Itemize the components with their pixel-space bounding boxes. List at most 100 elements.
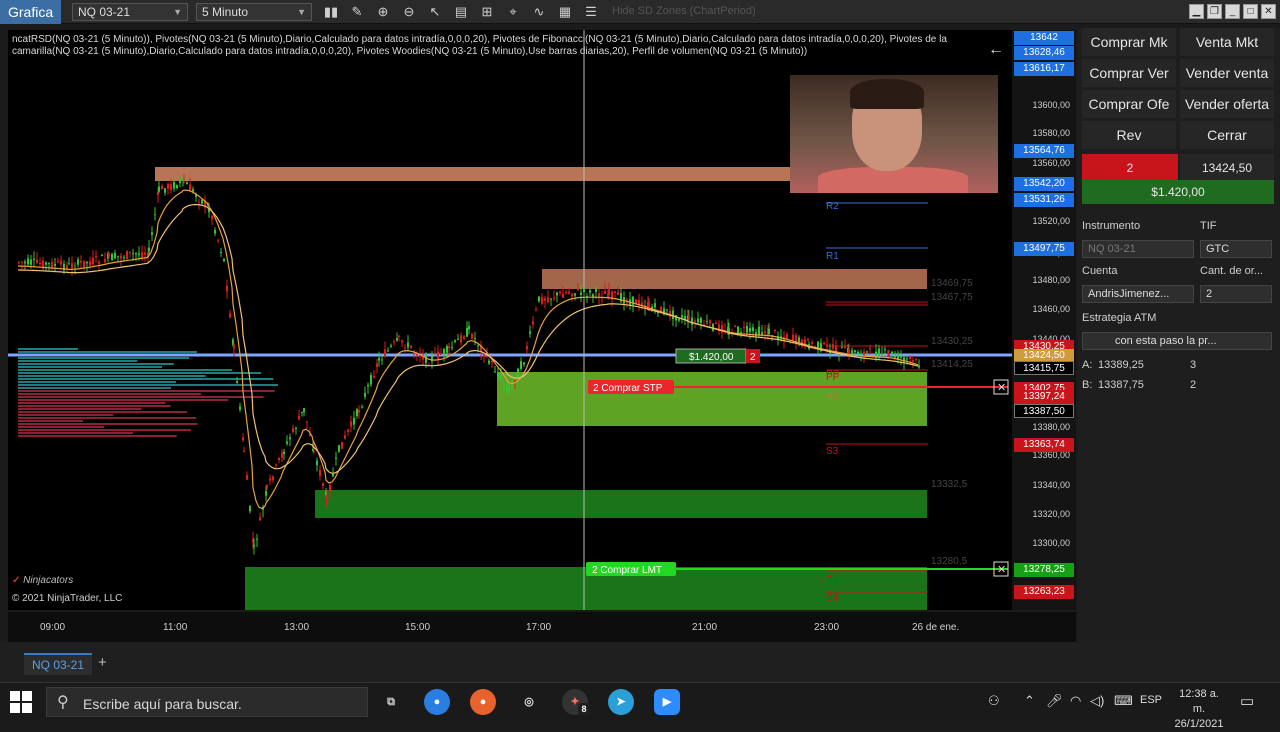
minimize-button[interactable]: _ xyxy=(1225,4,1240,19)
candle-body xyxy=(688,316,690,319)
network-icon[interactable]: ◠ xyxy=(1070,693,1081,709)
language-indicator[interactable]: ESP xyxy=(1140,694,1162,706)
snapshot-icon[interactable]: ⊞ xyxy=(478,3,496,21)
candle-body xyxy=(583,288,585,293)
volume-profile-bar xyxy=(18,393,202,395)
candle-body xyxy=(888,353,890,357)
windows-taskbar: ⚲ Escribe aquí para buscar. ⧉ ● ● ◎ ✦ 8 … xyxy=(0,682,1280,730)
people-icon[interactable]: ⚇ xyxy=(988,693,1000,709)
instrument-field[interactable]: NQ 03-21 xyxy=(1082,240,1194,258)
bar-type-icon[interactable]: ▮▮ xyxy=(322,3,340,21)
telegram-icon[interactable]: ➤ xyxy=(608,689,634,715)
candle-body xyxy=(353,418,355,425)
zoom-in-icon[interactable]: ⊕ xyxy=(374,3,392,21)
obs-icon[interactable]: ◎ xyxy=(516,689,542,715)
tray-chevron-icon[interactable]: ⌃ xyxy=(1024,693,1035,709)
candle-body xyxy=(138,253,140,256)
add-tab-button[interactable]: + xyxy=(98,654,107,671)
candle-body xyxy=(80,260,82,263)
windows-start-icon[interactable] xyxy=(10,691,32,713)
pointer-icon[interactable]: ↖ xyxy=(426,3,444,21)
tab-nq[interactable]: NQ 03-21 xyxy=(24,653,93,675)
candle-body xyxy=(407,342,409,348)
sell-bid-button[interactable]: Vender oferta xyxy=(1180,90,1274,118)
close-icon[interactable]: ✕ xyxy=(1261,4,1276,19)
sell-market-button[interactable]: Venta Mkt xyxy=(1180,28,1274,56)
strategies-icon[interactable]: ▦ xyxy=(556,3,574,21)
candle-body xyxy=(749,327,751,332)
time-tick-label: 15:00 xyxy=(405,622,431,633)
candle-body xyxy=(338,445,340,452)
list-icon[interactable]: ☰ xyxy=(582,3,600,21)
quantity-stepper[interactable]: 2 xyxy=(1200,285,1272,303)
indicators-icon[interactable]: ∿ xyxy=(530,3,548,21)
instrument-selector[interactable]: NQ 03-21 ▼ xyxy=(72,3,188,21)
candle-body xyxy=(306,421,308,423)
candle-body xyxy=(381,359,383,361)
quantity-value: 2 xyxy=(1206,288,1213,300)
candle-body xyxy=(249,505,251,512)
restore-icon[interactable]: ❐ xyxy=(1207,4,1222,19)
candle-body xyxy=(918,365,920,368)
interval-selector[interactable]: 5 Minuto ▼ xyxy=(196,3,312,21)
zone-price-label: 13430,25 xyxy=(931,336,973,347)
sell-ask-button[interactable]: Vender venta xyxy=(1180,59,1274,87)
chevron-down-icon[interactable]: ▼ xyxy=(297,4,306,20)
candle-body xyxy=(170,184,172,191)
zoom-app-icon[interactable]: ▶ xyxy=(654,689,680,715)
minimize-icon[interactable]: ▁ xyxy=(1189,4,1204,19)
price-tick-label: 13300,00 xyxy=(1032,538,1070,548)
price-chart[interactable]: R1R2R1PPPPS2S3S1S413544,513469,7513467,7… xyxy=(8,30,1020,610)
taskbar-clock[interactable]: 12:38 a. m. 26/1/2021 xyxy=(1172,687,1226,732)
candle-body xyxy=(457,338,459,340)
candle-body xyxy=(183,181,185,183)
price-tag: 13564,76 xyxy=(1014,144,1074,158)
properties-icon[interactable]: ▤ xyxy=(452,3,470,21)
candle-body xyxy=(164,188,166,193)
position-pnl-text: $1.420,00 xyxy=(689,352,734,363)
crosshair-icon[interactable]: ⌖ xyxy=(504,3,522,21)
firefox-icon[interactable]: ● xyxy=(470,689,496,715)
hide-zones-label[interactable]: Hide SD Zones (ChartPeriod) xyxy=(612,5,756,17)
candle-body xyxy=(604,291,606,294)
volume-profile-bar xyxy=(18,375,206,377)
atm-strategy-dropdown[interactable]: con esta paso la pr... xyxy=(1082,332,1272,350)
candle-body xyxy=(734,326,736,328)
buy-bid-button[interactable]: Comprar Ofe xyxy=(1082,90,1176,118)
candle-body xyxy=(396,338,398,341)
reverse-button[interactable]: Rev xyxy=(1082,121,1176,149)
chart-trader-panel: Comprar Mk Venta Mkt Comprar Ver Vender … xyxy=(1078,28,1280,642)
input-icon[interactable]: ⌨ xyxy=(1114,693,1133,709)
volume-profile-bar xyxy=(18,390,275,392)
volume-profile-bar xyxy=(18,387,172,389)
candle-body xyxy=(792,334,794,341)
zoom-out-icon[interactable]: ⊖ xyxy=(400,3,418,21)
time-axis[interactable]: 09:00 11:00 13:00 15:00 17:00 21:00 23:00 26 de… xyxy=(8,612,1076,642)
candle-body xyxy=(443,349,445,355)
indicators-legend: ncatRSD(NQ 03-21 (5 Minuto)), Pivotes(NQ… xyxy=(12,34,947,57)
draw-tool-icon[interactable]: ✎ xyxy=(348,3,366,21)
tif-dropdown[interactable]: GTC xyxy=(1200,240,1272,258)
price-axis[interactable]: 13600,0013580,0013560,0013520,0013500,00… xyxy=(1012,30,1076,610)
chrome-icon[interactable]: ● xyxy=(424,689,450,715)
task-view-icon[interactable]: ⧉ xyxy=(378,689,404,715)
candle-body xyxy=(393,341,395,343)
chevron-down-icon[interactable]: ▼ xyxy=(173,4,182,20)
buy-ask-button[interactable]: Comprar Ver xyxy=(1082,59,1176,87)
account-dropdown[interactable]: AndrisJimenez... xyxy=(1082,285,1194,303)
buy-market-button[interactable]: Comprar Mk xyxy=(1082,28,1176,56)
maximize-icon[interactable]: □ xyxy=(1243,4,1258,19)
candle-body xyxy=(239,406,241,410)
notifications-icon[interactable]: ▭ xyxy=(1240,692,1254,710)
volume-icon[interactable]: ◁) xyxy=(1090,693,1104,709)
candle-body xyxy=(289,437,291,440)
candle-body xyxy=(201,199,203,204)
candle-body xyxy=(568,291,570,294)
candle-body xyxy=(265,491,267,496)
candle-body xyxy=(672,310,674,320)
candle-body xyxy=(384,349,386,357)
microphone-icon[interactable]: 🎤︎ xyxy=(1046,693,1063,709)
close-position-button[interactable]: Cerrar xyxy=(1180,121,1274,149)
taskbar-search-input[interactable]: ⚲ Escribe aquí para buscar. xyxy=(46,687,368,717)
candle-body xyxy=(189,184,191,191)
